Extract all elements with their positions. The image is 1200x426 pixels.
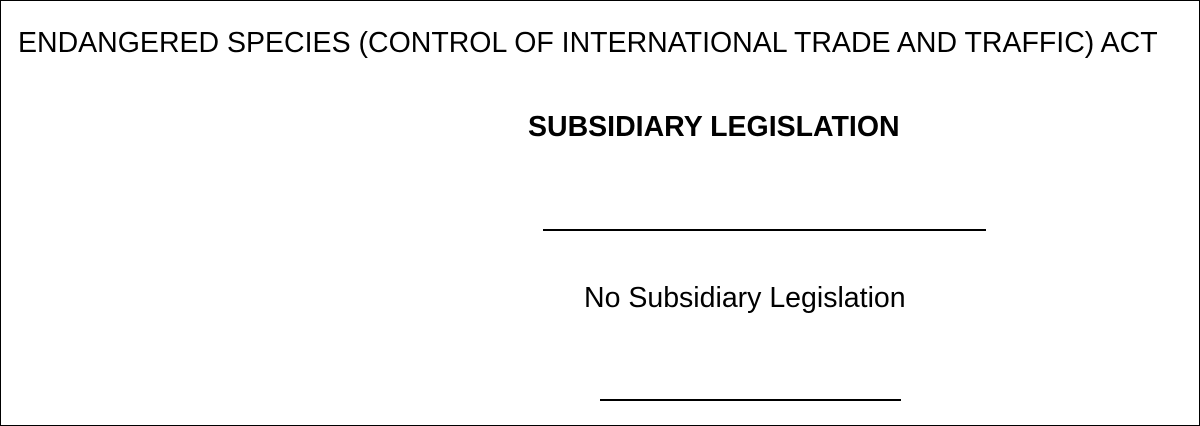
act-title: ENDANGERED SPECIES (CONTROL OF INTERNATI… [18,27,1158,59]
bottom-divider [600,399,901,401]
document-page: ENDANGERED SPECIES (CONTROL OF INTERNATI… [0,0,1200,426]
no-legislation-note: No Subsidiary Legislation [584,282,906,314]
top-divider [543,229,986,231]
section-heading: SUBSIDIARY LEGISLATION [528,111,900,143]
